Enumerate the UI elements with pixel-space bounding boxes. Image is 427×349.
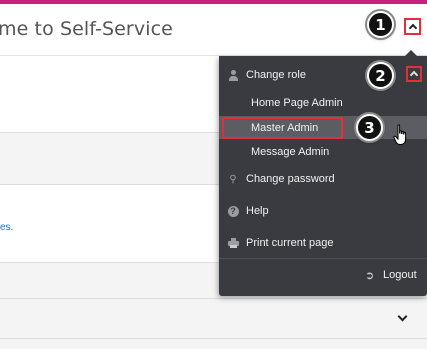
key-icon: ⚲	[229, 173, 237, 185]
menu-item-change-password[interactable]: ⚲ Change password	[219, 168, 427, 190]
logout-button[interactable]: ➲ Logout	[359, 264, 423, 286]
person-icon	[227, 69, 239, 81]
user-menu-toggle-button[interactable]	[404, 18, 421, 35]
print-label: Print current page	[246, 237, 334, 249]
user-dropdown-menu: Change role Home Page Admin Master Admin…	[219, 50, 427, 296]
change-password-label: Change password	[246, 173, 335, 185]
help-label: Help	[246, 205, 269, 217]
chevron-up-icon	[409, 70, 419, 80]
chevron-up-icon	[408, 23, 417, 32]
page-title: me to Self-Service	[0, 18, 173, 40]
role-option-label: Master Admin	[251, 121, 319, 134]
help-icon: ?	[227, 205, 239, 217]
change-role-label: Change role	[246, 69, 306, 81]
logout-icon: ➲	[365, 269, 375, 282]
printer-icon	[227, 237, 239, 249]
content-panel	[0, 338, 427, 349]
step-marker-3: 3	[356, 114, 383, 141]
menu-item-help[interactable]: ? Help	[219, 200, 427, 222]
role-option-label: Message Admin	[251, 145, 330, 158]
menu-item-print-current-page[interactable]: Print current page	[219, 232, 427, 254]
menu-item-change-role[interactable]: Change role	[219, 64, 427, 86]
hand-pointer-icon	[393, 124, 407, 145]
step-marker-2: 2	[367, 62, 394, 89]
logout-label: Logout	[383, 269, 417, 281]
change-role-collapse-button[interactable]	[406, 66, 422, 82]
role-option-label: Home Page Admin	[251, 96, 343, 109]
role-option-home-page-admin[interactable]: Home Page Admin	[219, 91, 427, 114]
app-header: me to Self-Service	[0, 4, 427, 56]
accordion-section[interactable]	[0, 298, 427, 338]
step-marker-1: 1	[367, 11, 394, 38]
content-link[interactable]: es.	[0, 222, 13, 233]
menu-divider	[219, 258, 427, 259]
